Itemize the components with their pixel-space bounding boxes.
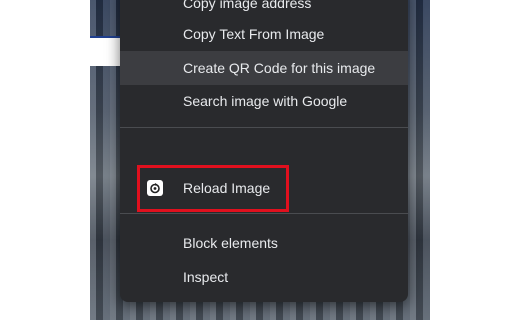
- menu-separator: [120, 127, 408, 128]
- context-menu: Copy image address Copy Text From Image …: [120, 0, 408, 302]
- menu-item-search-image-with-google[interactable]: Search image with Google: [120, 84, 408, 118]
- menu-item-create-qr-code[interactable]: Create QR Code for this image: [120, 51, 408, 85]
- screenshot-stage: Copy image address Copy Text From Image …: [0, 0, 512, 320]
- menu-separator: [120, 213, 408, 214]
- menu-item-inspect[interactable]: Inspect: [120, 260, 408, 294]
- menu-item-label: Inspect: [183, 269, 229, 285]
- menu-item-label: Create QR Code for this image: [183, 60, 376, 76]
- menu-item-label: Copy image address: [183, 0, 312, 11]
- menu-item-label: Search image with Google: [183, 93, 348, 109]
- menu-item-block-elements[interactable]: Block elements: [120, 226, 408, 260]
- menu-item-label: Reload Image: [183, 180, 271, 196]
- reload-image-extension-icon: [147, 180, 163, 196]
- menu-item-reload-image[interactable]: Reload Image: [120, 171, 408, 205]
- menu-item-label: Copy Text From Image: [183, 26, 325, 42]
- menu-item-copy-text-from-image[interactable]: Copy Text From Image: [120, 17, 408, 51]
- menu-item-label: Block elements: [183, 235, 278, 251]
